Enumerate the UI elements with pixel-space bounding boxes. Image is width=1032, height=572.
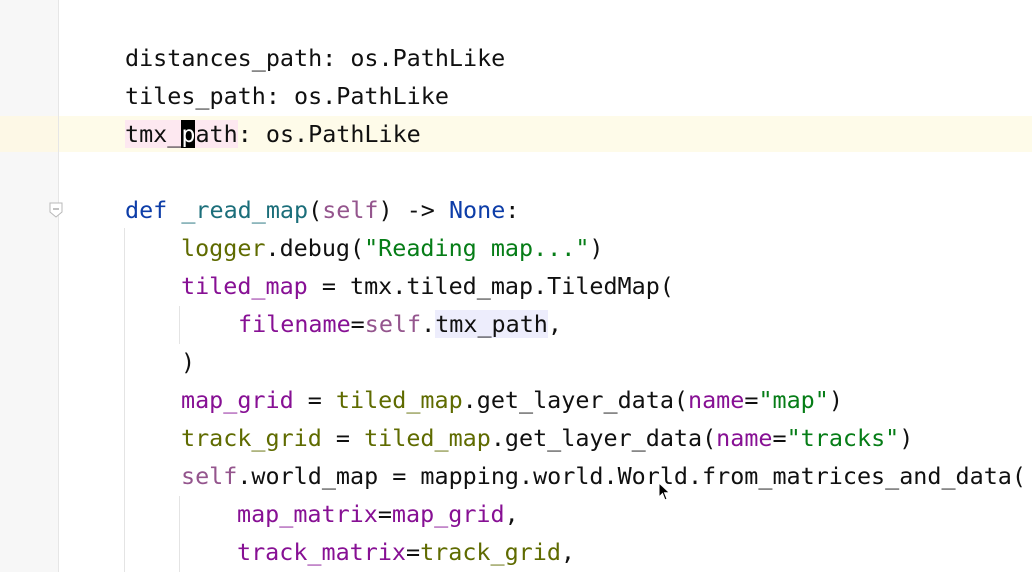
caret-row-gutter-highlight: [0, 116, 58, 152]
self-keyword: self: [364, 310, 422, 338]
field-name: tiles_path: [125, 82, 266, 110]
self-keyword: self: [181, 462, 238, 490]
code-line-9: ): [181, 348, 196, 376]
string-literal: "Reading map...": [364, 234, 590, 262]
logger-object: logger: [181, 234, 266, 262]
local-variable: track_grid: [181, 424, 322, 452]
keyword-argument: track_matrix: [237, 538, 406, 566]
type-annotation: os.PathLike: [294, 82, 449, 110]
editor-gutter: [0, 0, 59, 572]
indent-guide: [179, 306, 180, 344]
code-line-11: track_grid = tiled_map.get_layer_data(na…: [181, 424, 914, 452]
keyword-argument: name: [688, 386, 745, 414]
local-variable: tiled_map: [181, 272, 308, 300]
code-line-8: filename=self.tmx_path,: [238, 310, 562, 338]
string-literal: "tracks": [786, 424, 900, 452]
selected-identifier: tmx_path: [125, 120, 238, 148]
string-literal: "map": [758, 386, 829, 414]
variable-reference: map_grid: [391, 500, 505, 528]
code-line-7: tiled_map = tmx.tiled_map.TiledMap(: [181, 272, 674, 300]
keyword-argument: name: [716, 424, 773, 452]
keyword-argument: filename: [238, 310, 351, 338]
text-caret: p: [181, 120, 196, 148]
keyword-def: def: [125, 196, 168, 224]
variable-reference: track_grid: [420, 538, 561, 566]
function-name: _read_map: [181, 196, 309, 224]
type-annotation: os.PathLike: [265, 120, 421, 148]
indent-guide: [124, 228, 125, 572]
code-line-5: def _read_map(self) -> None:: [125, 196, 520, 224]
code-line-2: tiles_path: os.PathLike: [125, 82, 449, 110]
code-line-6: logger.debug("Reading map..."): [181, 234, 604, 262]
field-name: distances_path: [125, 44, 323, 72]
indent-guide: [179, 496, 180, 572]
keyword-argument: map_matrix: [237, 500, 378, 528]
usage-highlight: tmx_path: [435, 310, 548, 338]
self-keyword: self: [322, 196, 379, 224]
type-annotation: os.PathLike: [350, 44, 506, 72]
variable-reference: tiled_map: [335, 386, 463, 414]
code-line-14: track_matrix=track_grid,: [237, 538, 576, 566]
keyword-none: None: [448, 196, 506, 224]
code-editor[interactable]: distances_path: os.PathLike tiles_path: …: [59, 0, 1032, 572]
code-line-3: tmx_path: os.PathLike: [125, 120, 421, 148]
variable-reference: tiled_map: [364, 424, 491, 452]
mouse-pointer-icon: [658, 482, 671, 501]
code-line-1: distances_path: os.PathLike: [125, 44, 506, 72]
code-line-13: map_matrix=map_grid,: [237, 500, 519, 528]
code-line-10: map_grid = tiled_map.get_layer_data(name…: [181, 386, 843, 414]
local-variable: map_grid: [181, 386, 294, 414]
code-line-12: self.world_map = mapping.world.World.fro…: [181, 462, 1026, 490]
